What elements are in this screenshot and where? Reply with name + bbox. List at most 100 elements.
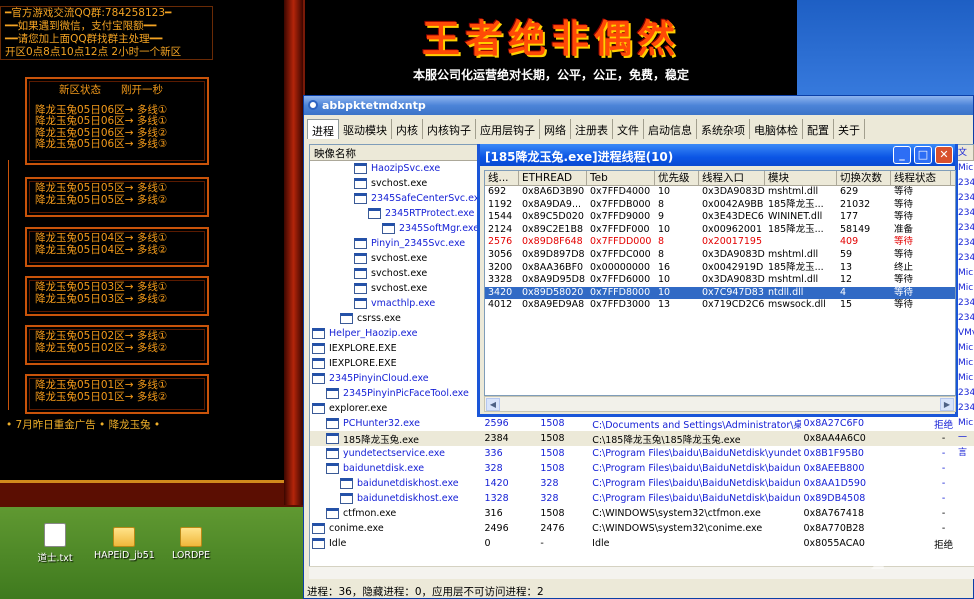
- tab-config[interactable]: 配置: [803, 119, 834, 139]
- scroll-left-icon[interactable]: ◀: [486, 398, 500, 411]
- minimize-icon[interactable]: _: [893, 146, 911, 164]
- desktop-icon-folder[interactable]: HAPEiD_jb51: [94, 523, 155, 561]
- process-path: C:\WINDOWS\system32\conime.exe: [592, 523, 763, 534]
- process-pid: 2596: [484, 418, 509, 429]
- close-icon[interactable]: ✕: [935, 146, 953, 164]
- process-pid: 0: [484, 538, 491, 549]
- process-name: svchost.exe: [310, 268, 482, 279]
- thread-row[interactable]: 3200 0x8AA36BF0 0x00000000 16 0x0042919D 185降…: [485, 262, 955, 275]
- process-row[interactable]: 185降龙玉兔.exe 2384 1508 C:\185降龙玉兔\185降龙玉兔.ex…: [310, 431, 974, 446]
- process-name: explorer.exe: [310, 403, 482, 414]
- thread-cell: 0x3E43DEC6: [702, 211, 764, 223]
- process-name: svchost.exe: [310, 283, 482, 294]
- thread-col-header[interactable]: 优先级: [655, 171, 699, 185]
- process-path: C:\Program Files\baidu\BaiduNetdisk\baid…: [592, 478, 801, 489]
- server-link[interactable]: 降龙玉兔05日03区→ 多线②: [35, 293, 199, 306]
- process-row[interactable]: yundetectservice.exe 336 1508 C:\Program Fi…: [310, 446, 974, 461]
- process-row[interactable]: PCHunter32.exe 2596 1508 C:\Documents and S…: [310, 416, 974, 431]
- thread-list[interactable]: 线... ETHREAD Teb 优先级 线程入口 模块 切换次数 线程状态 692 0x8A6D…: [484, 170, 956, 396]
- scroll-right-icon[interactable]: ▶: [940, 398, 954, 411]
- thread-col-header[interactable]: 线...: [485, 171, 519, 185]
- server-link[interactable]: 降龙玉兔05日05区→ 多线①: [35, 182, 199, 195]
- thread-col-header[interactable]: Teb: [587, 171, 655, 185]
- thread-row[interactable]: 2576 0x89D8F648 0x7FFDD000 8 0x20017195 409 等待: [485, 236, 955, 249]
- server-link[interactable]: 降龙玉兔05日03区→ 多线①: [35, 281, 199, 294]
- thread-cell: 等待: [894, 248, 914, 260]
- process-path: C:\185降龙玉兔\185降龙玉兔.exe: [592, 434, 741, 446]
- thread-col-header[interactable]: ETHREAD: [519, 171, 587, 185]
- process-pid: 336: [484, 448, 503, 459]
- process-eproc: 0x8A767418: [803, 508, 865, 519]
- thread-row[interactable]: 1192 0x8A9DA9... 0x7FFDB000 8 0x0042A9BB 185降…: [485, 199, 955, 212]
- thread-col-header[interactable]: 线程状态: [891, 171, 951, 185]
- banner: 王者绝非偶然 本服公司化运营绝对长期，公平，公正，免费，稳定: [303, 0, 797, 95]
- tab-app-hook[interactable]: 应用层钩子: [476, 119, 540, 139]
- thread-cell: 9: [658, 211, 665, 223]
- process-row[interactable]: baidunetdisk.exe 328 1508 C:\Program Files\…: [310, 461, 974, 476]
- server-link[interactable]: 降龙玉兔05日06区→ 多线①: [35, 115, 199, 128]
- thread-cell: 等待: [894, 299, 914, 311]
- server-link[interactable]: 降龙玉兔05日02区→ 多线②: [35, 342, 199, 355]
- server-link[interactable]: 降龙玉兔05日06区→ 多线③: [35, 138, 199, 151]
- tab-about[interactable]: 关于: [834, 119, 865, 139]
- thread-row[interactable]: 2124 0x89C2E1B8 0x7FFDF000 10 0x00962001 185降…: [485, 224, 955, 237]
- tab-file[interactable]: 文件: [613, 119, 644, 139]
- thread-row[interactable]: 3420 0x89D58020 0x7FFD8000 10 0x7C947D83 ntdl…: [485, 286, 955, 300]
- process-row[interactable]: conime.exe 2496 2476 C:\WINDOWS\system32\co…: [310, 521, 974, 536]
- tab-checkup[interactable]: 电脑体检: [750, 119, 803, 139]
- thread-cell: 177: [840, 211, 859, 223]
- process-icon: [326, 388, 339, 399]
- thread-col-header[interactable]: 切换次数: [837, 171, 891, 185]
- process-name: PCHunter32.exe: [310, 418, 482, 429]
- server-link[interactable]: 降龙玉兔05日04区→ 多线①: [35, 232, 199, 245]
- divider: [8, 160, 9, 410]
- thread-scrollbar[interactable]: ◀ ▶: [484, 396, 956, 412]
- tab-process[interactable]: 进程: [307, 119, 339, 139]
- process-name: csrss.exe: [310, 313, 482, 324]
- decor-strip: [284, 0, 303, 505]
- process-row[interactable]: ctfmon.exe 316 1508 C:\WINDOWS\system32\ctf…: [310, 506, 974, 521]
- process-ppid: 1508: [540, 448, 565, 459]
- process-pid: 2496: [484, 523, 509, 534]
- process-icon: [340, 493, 353, 504]
- tab-network[interactable]: 网络: [540, 119, 571, 139]
- tab-startup[interactable]: 启动信息: [644, 119, 697, 139]
- process-icon: [312, 523, 325, 534]
- thread-row[interactable]: 4012 0x8A9ED9A8 0x7FFD3000 13 0x719CD2C6 msws…: [485, 299, 955, 312]
- process-row[interactable]: baidunetdiskhost.exe 1328 328 C:\Program Fi…: [310, 491, 974, 506]
- thread-cell: 0x7FFD8000: [590, 286, 651, 298]
- tab-registry[interactable]: 注册表: [571, 119, 613, 139]
- tab-kernel-hook[interactable]: 内核钩子: [423, 119, 476, 139]
- process-row[interactable]: baidunetdiskhost.exe 1420 328 C:\Program Fi…: [310, 476, 974, 491]
- col-image-name[interactable]: 映像名称: [310, 145, 482, 160]
- title-bar[interactable]: abbpktetmdxntp: [304, 96, 973, 115]
- server-link[interactable]: 降龙玉兔05日01区→ 多线①: [35, 379, 199, 392]
- thread-row[interactable]: 692 0x8A6D3B90 0x7FFD4000 10 0x3DA9083D mshtm…: [485, 186, 955, 199]
- process-name: baidunetdisk.exe: [310, 463, 482, 474]
- tab-driver[interactable]: 驱动模块: [339, 119, 392, 139]
- thread-cell: 2576: [488, 236, 513, 248]
- server-link[interactable]: 降龙玉兔05日05区→ 多线②: [35, 194, 199, 207]
- thread-cell: 1544: [488, 211, 513, 223]
- desktop-icon-txt[interactable]: 道士.txt: [25, 523, 85, 564]
- thread-cell: 0x7FFDB000: [590, 198, 651, 210]
- process-icon: [326, 508, 339, 519]
- server-link[interactable]: 降龙玉兔05日01区→ 多线②: [35, 391, 199, 404]
- tab-misc[interactable]: 系统杂项: [697, 119, 750, 139]
- maximize-icon[interactable]: □: [914, 146, 932, 164]
- process-row[interactable]: Idle 0- Idle 0x8055ACA0 拒绝: [310, 536, 974, 551]
- tab-kernel[interactable]: 内核: [392, 119, 423, 139]
- thread-col-header[interactable]: 模块: [765, 171, 837, 185]
- process-icon: [312, 538, 325, 549]
- server-link[interactable]: 降龙玉兔05日04区→ 多线②: [35, 244, 199, 257]
- thread-row[interactable]: 3056 0x89D897D8 0x7FFDC000 8 0x3DA9083D mshtm…: [485, 249, 955, 262]
- thread-row[interactable]: 3328 0x8A9D95D8 0x7FFD6000 10 0x3DA9083D msht…: [485, 274, 955, 287]
- desktop-icon-folder[interactable]: LORDPE: [161, 523, 221, 561]
- server-link[interactable]: 降龙玉兔05日02区→ 多线①: [35, 330, 199, 343]
- thread-cell: ntdll.dll: [768, 286, 804, 298]
- thread-col-header[interactable]: 线程入口: [699, 171, 765, 185]
- dialog-title-bar[interactable]: [185降龙玉兔.exe]进程线程(10) _ □ ✕: [480, 144, 955, 166]
- thread-row[interactable]: 1544 0x89C5D020 0x7FFD9000 9 0x3E43DEC6 WININ…: [485, 211, 955, 224]
- thread-cell: 0x89C5D020: [522, 211, 584, 223]
- server-section-3: 降龙玉兔05日04区→ 多线① 降龙玉兔05日04区→ 多线②: [25, 227, 209, 267]
